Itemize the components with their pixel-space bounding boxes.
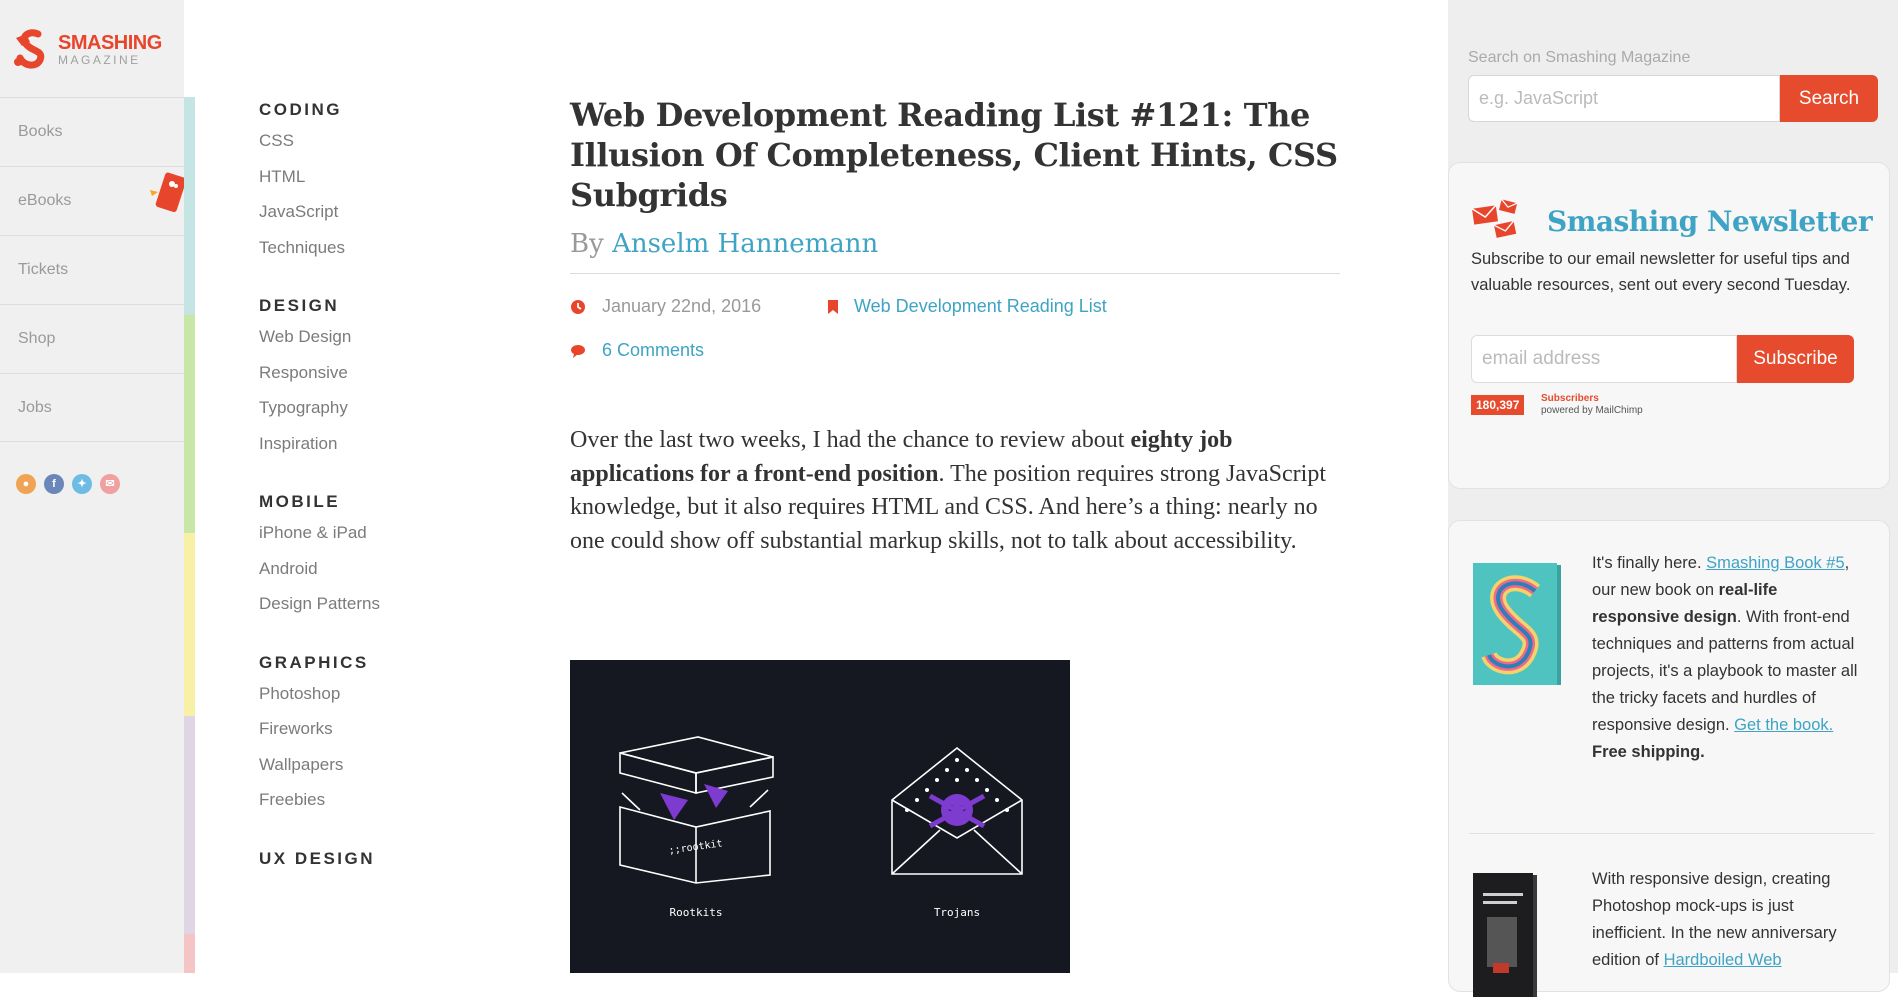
promo-card: It's finally here. Smashing Book #5, our…: [1448, 520, 1890, 997]
category-title[interactable]: MOBILE: [259, 492, 489, 512]
left-nav-books[interactable]: Books: [0, 97, 184, 166]
logo-s-icon: [14, 29, 45, 69]
category-coding: CODING CSS HTML JavaScript Techniques: [259, 100, 489, 272]
article-meta: January 22nd, 2016 Web Development Readi…: [570, 296, 1340, 386]
article: Web Development Reading List #121: The I…: [570, 95, 1340, 582]
category-color-strip: [184, 97, 195, 973]
rootkits-caption: Rootkits: [670, 906, 723, 919]
category-title[interactable]: UX DESIGN: [259, 849, 489, 869]
right-sidebar: Search on Smashing Magazine e.g. JavaScr…: [1448, 0, 1898, 997]
hardboiled-promo-text: With responsive design, creating Photosh…: [1592, 866, 1867, 974]
byline: By Anselm Hannemann: [570, 229, 1340, 274]
category-link[interactable]: Typography: [259, 397, 489, 433]
subscriber-count: 180,397: [1471, 395, 1525, 415]
smashing-book-5-link[interactable]: Smashing Book #5: [1706, 554, 1845, 572]
newsletter-email-input[interactable]: email address: [1471, 335, 1737, 383]
newsletter-title: Smashing Newsletter: [1547, 205, 1873, 238]
category-title[interactable]: GRAPHICS: [259, 653, 489, 673]
left-nav-tickets[interactable]: Tickets: [0, 235, 184, 304]
category-nav: CODING CSS HTML JavaScript Techniques DE…: [259, 100, 489, 893]
get-the-book-link[interactable]: Get the book.: [1734, 716, 1833, 734]
author-link[interactable]: Anselm Hannemann: [612, 229, 878, 259]
book-5-promo-text: It's finally here. Smashing Book #5, our…: [1592, 550, 1867, 766]
twitter-icon[interactable]: ✦: [72, 474, 92, 494]
logo-name: SMASHING: [58, 32, 162, 54]
article-lead: Over the last two weeks, I had the chanc…: [570, 424, 1340, 558]
category-link[interactable]: Wallpapers: [259, 754, 489, 790]
mailchimp-credit: powered by MailChimp: [1541, 405, 1643, 416]
facebook-icon[interactable]: f: [44, 474, 64, 494]
email-icon[interactable]: ✉: [100, 474, 120, 494]
publish-date: January 22nd, 2016: [602, 296, 762, 316]
category-link[interactable]: Photoshop: [259, 683, 489, 719]
hardboiled-web-link[interactable]: Hardboiled Web: [1664, 951, 1782, 969]
category-link[interactable]: Web Design: [259, 326, 489, 362]
ebook-mascot-icon: [150, 172, 184, 213]
promo-text: It's finally here.: [1592, 554, 1707, 572]
category-title[interactable]: CODING: [259, 100, 489, 120]
category-title[interactable]: DESIGN: [259, 296, 489, 316]
lead-text-1: Over the last two weeks, I had the chanc…: [570, 427, 1131, 453]
left-nav-jobs[interactable]: Jobs: [0, 373, 184, 442]
category-link[interactable]: Android: [259, 558, 489, 594]
category-link[interactable]: Design Patterns: [259, 593, 489, 629]
rss-icon[interactable]: ●: [16, 474, 36, 494]
hardboiled-book-cover[interactable]: [1473, 873, 1537, 997]
malware-illustration: ;;rootkit Rootkits Trojans: [619, 736, 1023, 919]
category-mobile: MOBILE iPhone & iPad Android Design Patt…: [259, 492, 489, 629]
search-button[interactable]: Search: [1780, 75, 1878, 122]
category-design: DESIGN Web Design Responsive Typography …: [259, 296, 489, 468]
promo-divider: [1469, 833, 1874, 834]
newsletter-card: Smashing Newsletter Subscribe to our ema…: [1448, 162, 1890, 489]
category-graphics: GRAPHICS Photoshop Fireworks Wallpapers …: [259, 653, 489, 825]
logo-subname: MAGAZINE: [58, 53, 141, 67]
content-edge: [1420, 0, 1448, 973]
category-tag-link[interactable]: Web Development Reading List: [854, 296, 1107, 317]
category-link[interactable]: Inspiration: [259, 433, 489, 469]
article-illustration: ;;rootkit Rootkits Trojans: [570, 660, 1070, 973]
subscribe-button[interactable]: Subscribe: [1737, 335, 1854, 383]
social-links: ● f ✦ ✉: [16, 474, 120, 494]
category-link[interactable]: Techniques: [259, 237, 489, 273]
bookmark-icon: [828, 299, 838, 314]
comment-icon: [571, 344, 585, 358]
newsletter-description: Subscribe to our email newsletter for us…: [1471, 250, 1851, 294]
smashing-book-5-cover[interactable]: [1473, 563, 1561, 687]
left-rail: SMASHING MAGAZINE Books eBooks Tickets S…: [0, 0, 184, 973]
left-nav-shop[interactable]: Shop: [0, 304, 184, 373]
category-link[interactable]: Fireworks: [259, 718, 489, 754]
byline-prefix: By: [570, 229, 604, 259]
subscribers-label: Subscribers: [1541, 393, 1599, 404]
category-ux: UX DESIGN: [259, 849, 489, 869]
free-shipping-text: Free shipping.: [1592, 743, 1705, 761]
smashing-logo[interactable]: SMASHING MAGAZINE: [10, 28, 180, 72]
category-link[interactable]: JavaScript: [259, 201, 489, 237]
search-label: Search on Smashing Magazine: [1468, 49, 1691, 66]
category-link[interactable]: HTML: [259, 166, 489, 202]
article-title: Web Development Reading List #121: The I…: [570, 96, 1338, 214]
clock-icon: [571, 299, 585, 314]
comments-link[interactable]: 6 Comments: [602, 340, 704, 361]
trojans-caption: Trojans: [934, 906, 980, 919]
category-link[interactable]: iPhone & iPad: [259, 522, 489, 558]
search-input[interactable]: e.g. JavaScript: [1468, 75, 1780, 122]
category-link[interactable]: CSS: [259, 130, 489, 166]
category-link[interactable]: Responsive: [259, 362, 489, 398]
left-nav: Books eBooks Tickets Shop Jobs: [0, 97, 184, 442]
category-link[interactable]: Freebies: [259, 789, 489, 825]
envelopes-icon: [1471, 199, 1518, 238]
